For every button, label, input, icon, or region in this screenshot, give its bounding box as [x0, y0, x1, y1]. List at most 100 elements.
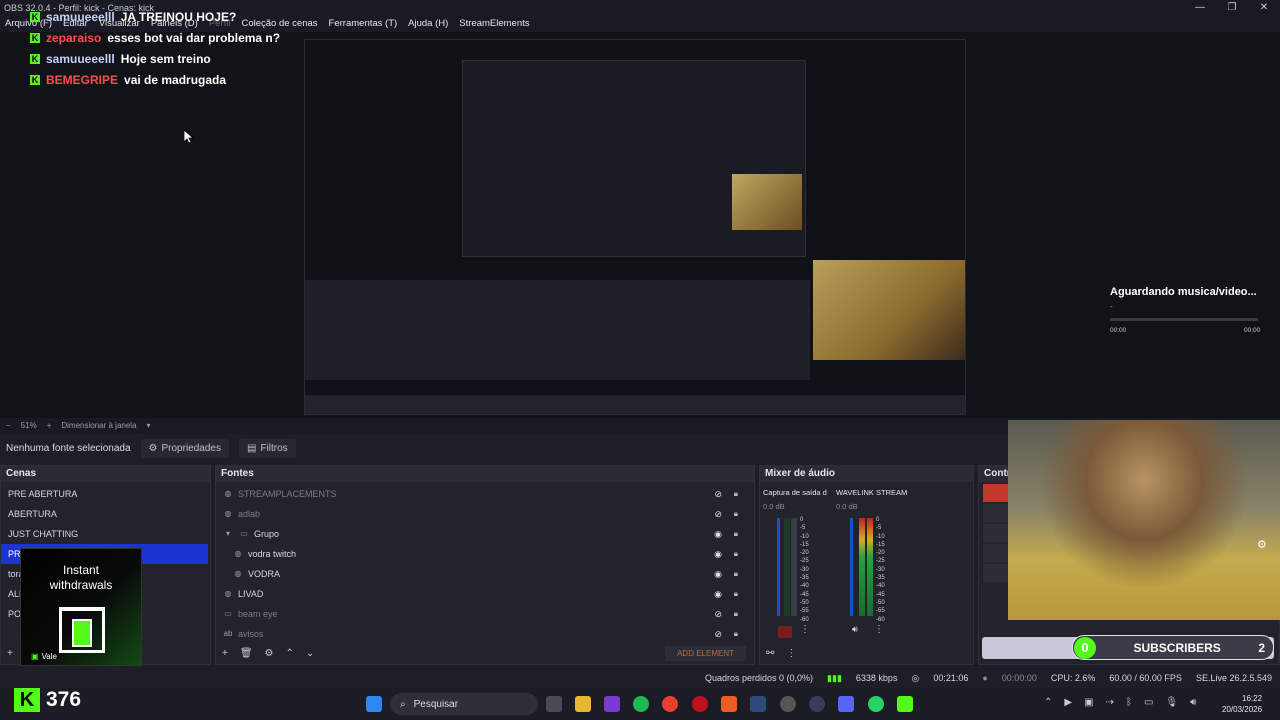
chrome-icon[interactable]: [662, 696, 678, 712]
source-item[interactable]: ◍ STREAMPLACEMENTS ⊘ 🔒︎: [222, 484, 754, 504]
source-item[interactable]: ◍ LIVAD ◉ 🔒︎: [222, 584, 754, 604]
kick-app-icon[interactable]: [897, 696, 913, 712]
zoom-out-button[interactable]: −: [6, 418, 11, 434]
scene-item[interactable]: ABERTURA: [1, 504, 210, 524]
stream-time: 00:21:06: [933, 673, 969, 683]
add-element-button[interactable]: ADD ELEMENT: [665, 646, 746, 661]
meter-scale: 0 -5 -10 -15 -20 -25 -30 -35 -40 -45 -50 -55 -60: [800, 517, 809, 623]
visibility-eye-icon[interactable]: ◉: [714, 524, 722, 544]
viewer-count: 376: [46, 688, 82, 711]
link-icon[interactable]: ⚯: [766, 648, 774, 659]
bluetooth-icon[interactable]: ᛒ: [1126, 697, 1132, 708]
spotify-icon[interactable]: [633, 696, 649, 712]
chevron-up-icon[interactable]: ⌃: [1044, 697, 1052, 708]
source-item[interactable]: ◍ vodra twitch ◉ 🔒︎: [222, 544, 754, 564]
tray-app-icon[interactable]: ▶: [1064, 697, 1072, 708]
brave-icon[interactable]: [721, 696, 737, 712]
filters-button[interactable]: ▤ Filtros: [238, 438, 296, 458]
obs-icon[interactable]: [780, 696, 796, 712]
task-view-icon[interactable]: [546, 696, 562, 712]
opera-icon[interactable]: [692, 696, 708, 712]
gear-icon[interactable]: ⚙: [1257, 538, 1267, 551]
visibility-hidden-icon[interactable]: ⊘: [714, 624, 722, 644]
trash-icon[interactable]: 🗑︎: [240, 648, 253, 659]
file-explorer-icon[interactable]: [575, 696, 591, 712]
speaker-icon[interactable]: 🔊︎: [852, 624, 858, 635]
microphone-icon[interactable]: 🎙︎: [1165, 697, 1178, 708]
close-button[interactable]: ✕: [1248, 0, 1280, 16]
globe-icon: ◍: [234, 569, 242, 578]
chevron-down-icon[interactable]: ▾: [147, 418, 151, 434]
source-item[interactable]: ◍ VODRA ◉ 🔒︎: [222, 564, 754, 584]
chat-username: samuueeelll: [46, 9, 115, 24]
lock-icon[interactable]: 🔒︎: [734, 564, 738, 584]
globe-icon: ◍: [224, 489, 232, 498]
tray-app-icon[interactable]: ⇢: [1106, 697, 1114, 708]
dropped-frames: Quadros perdidos 0 (0,0%): [704, 673, 814, 683]
more-options-icon[interactable]: ⋮: [800, 624, 810, 635]
gear-icon: ⚙: [148, 442, 158, 454]
add-source-button[interactable]: +: [222, 648, 228, 659]
source-item[interactable]: ab avisos ⊘ 🔒︎: [222, 624, 754, 644]
windows-start-icon[interactable]: [366, 696, 382, 712]
whatsapp-icon[interactable]: [868, 696, 884, 712]
chat-message: K samuueeelll JA TREINOU HOJE?: [30, 6, 280, 27]
app-icon[interactable]: [604, 696, 620, 712]
visibility-hidden-icon[interactable]: ⊘: [714, 604, 722, 624]
zoom-in-button[interactable]: +: [47, 418, 52, 434]
visibility-eye-icon[interactable]: ◉: [714, 584, 722, 604]
chat-username: zeparaiso: [46, 30, 102, 45]
chevron-down-icon[interactable]: ▾: [222, 524, 234, 544]
more-options-icon[interactable]: ⋮: [786, 648, 796, 659]
app-icon[interactable]: [809, 696, 825, 712]
promo-overlay-card: Instant withdrawals ▣ Vale: [20, 548, 142, 666]
volume-fader[interactable]: [850, 518, 853, 616]
fps: 60.00 / 60.00 FPS: [1109, 673, 1182, 683]
source-item[interactable]: ◍ adlab ⊘ 🔒︎: [222, 504, 754, 524]
lock-icon[interactable]: 🔒︎: [734, 584, 738, 604]
network-icon[interactable]: ▭: [1144, 697, 1153, 708]
move-up-icon[interactable]: ⌃: [286, 648, 294, 659]
move-down-icon[interactable]: ⌄: [306, 648, 314, 659]
minimize-button[interactable]: —: [1184, 0, 1216, 16]
brand-icon: ▣: [31, 652, 39, 661]
display-capture-source: [304, 39, 966, 415]
menu-help[interactable]: Ajuda (H): [408, 16, 448, 32]
source-item[interactable]: ▭ beam eye ⊘ 🔒︎: [222, 604, 754, 624]
more-options-icon[interactable]: ⋮: [874, 624, 884, 635]
speaker-icon[interactable]: 🔊︎: [1190, 697, 1196, 708]
mute-button[interactable]: [778, 626, 792, 638]
tray-app-icon[interactable]: ▣: [1084, 697, 1093, 708]
scene-item[interactable]: PRE ABERTURA: [1, 484, 210, 504]
visibility-hidden-icon[interactable]: ⊘: [714, 484, 722, 504]
scene-item[interactable]: JUST CHATTING: [1, 524, 210, 544]
lock-icon[interactable]: 🔒︎: [734, 604, 738, 624]
volume-fader[interactable]: [777, 518, 780, 616]
visibility-eye-icon[interactable]: ◉: [714, 544, 722, 564]
kick-logo-icon: K: [14, 688, 40, 712]
lock-icon[interactable]: 🔒︎: [734, 624, 738, 644]
source-group[interactable]: ▾ ▭ Grupo ◉ 🔒︎: [222, 524, 754, 544]
lock-icon[interactable]: 🔒︎: [734, 484, 738, 504]
zoom-mode-select[interactable]: Dimensionar à janela: [61, 418, 136, 434]
lock-icon[interactable]: 🔒︎: [734, 504, 738, 524]
visibility-eye-icon[interactable]: ◉: [714, 564, 722, 584]
add-scene-button[interactable]: +: [7, 648, 13, 659]
maximize-button[interactable]: ❐: [1216, 0, 1248, 16]
lock-icon[interactable]: 🔒︎: [734, 544, 738, 564]
lock-icon[interactable]: 🔒︎: [734, 524, 738, 544]
menu-tools[interactable]: Ferramentas (T): [329, 16, 398, 32]
taskbar-search[interactable]: ⌕ Pesquisar: [390, 693, 538, 715]
mixer-channel-name: Captura de saída d: [763, 488, 827, 497]
visibility-hidden-icon[interactable]: ⊘: [714, 504, 722, 524]
discord-icon[interactable]: [838, 696, 854, 712]
taskbar-clock[interactable]: 16:22 20/03/2026: [1222, 693, 1262, 715]
chat-username: BEMEGRIPE: [46, 72, 119, 87]
zoom-level: 51%: [20, 421, 37, 430]
steam-icon[interactable]: [750, 696, 766, 712]
properties-button[interactable]: ⚙ Propriedades: [140, 438, 229, 458]
music-time-start: 00:00: [1110, 327, 1127, 334]
gear-icon[interactable]: ⚙: [265, 648, 274, 659]
menu-streamelements[interactable]: StreamElements: [459, 16, 529, 32]
promo-brand-label: Vale: [41, 652, 57, 661]
